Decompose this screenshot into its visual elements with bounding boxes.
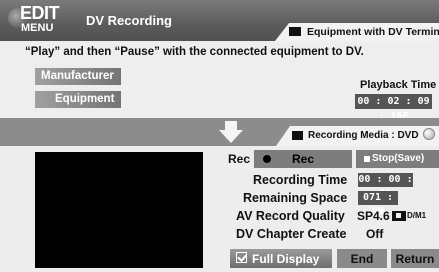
equipment-field[interactable]: Equipment — [35, 91, 121, 108]
instruction-text: “Play” and then “Pause” with the connect… — [25, 46, 364, 58]
source-tab-label: Equipment with DV Terminal — [307, 26, 439, 38]
dv-chapter-value: Off — [366, 227, 384, 241]
source-tab: Equipment with DV Terminal — [275, 23, 439, 41]
av-quality-label: AV Record Quality — [236, 209, 345, 223]
equipment-label: Equipment — [55, 93, 115, 105]
playback-time-value: 00 : 02 : 09 : 16F — [355, 94, 432, 122]
end-button[interactable]: End — [337, 249, 387, 268]
playback-time-label: Playback Time — [360, 79, 437, 91]
rec-status-label: Rec — [228, 152, 251, 166]
media-tab-label: Recording Media : DVD — [308, 130, 419, 141]
recording-time-value: 00 : 00 : 11 — [358, 173, 413, 199]
dv-chapter-label: DV Chapter Create — [236, 227, 347, 241]
page-title: DV Recording — [86, 13, 172, 28]
edit-logo-text: EDIT — [20, 3, 60, 23]
stop-icon — [364, 156, 370, 162]
return-label: Return — [395, 252, 435, 266]
full-display-button[interactable]: Full Display — [230, 249, 332, 268]
manufacturer-field[interactable]: Manufacturer — [35, 68, 121, 85]
av-quality-value: SP4.6 — [357, 209, 390, 223]
disc-icon — [423, 128, 435, 140]
remaining-space-label: Remaining Space — [243, 191, 348, 205]
full-display-label: Full Display — [252, 252, 320, 266]
remaining-space-value: 071 : 49 — [358, 191, 398, 217]
media-tab: Recording Media : DVD — [276, 126, 439, 146]
stop-save-button[interactable]: Stop(Save) — [356, 150, 439, 168]
rec-button-label: Rec — [291, 152, 314, 166]
arrow-down-icon — [219, 121, 243, 143]
video-preview — [35, 152, 203, 268]
dv-recording-screen: EDIT MENU DV Recording Equipment with DV… — [0, 0, 439, 272]
recording-time-label: Recording Time — [253, 173, 348, 187]
return-button[interactable]: Return — [391, 249, 439, 268]
dm-badge-label: D/M1 — [407, 211, 427, 221]
rec-button[interactable]: Rec — [254, 150, 352, 168]
dv-terminal-icon — [289, 27, 301, 36]
dm-icon — [392, 211, 406, 221]
menu-logo-text: MENU — [21, 22, 54, 34]
end-label: End — [350, 252, 374, 266]
media-icon — [292, 131, 303, 140]
stop-save-label: Stop(Save) — [372, 153, 425, 164]
checkbox-icon — [236, 252, 247, 263]
dm-badge: D/M1 — [392, 211, 426, 223]
manufacturer-label: Manufacturer — [41, 70, 114, 82]
